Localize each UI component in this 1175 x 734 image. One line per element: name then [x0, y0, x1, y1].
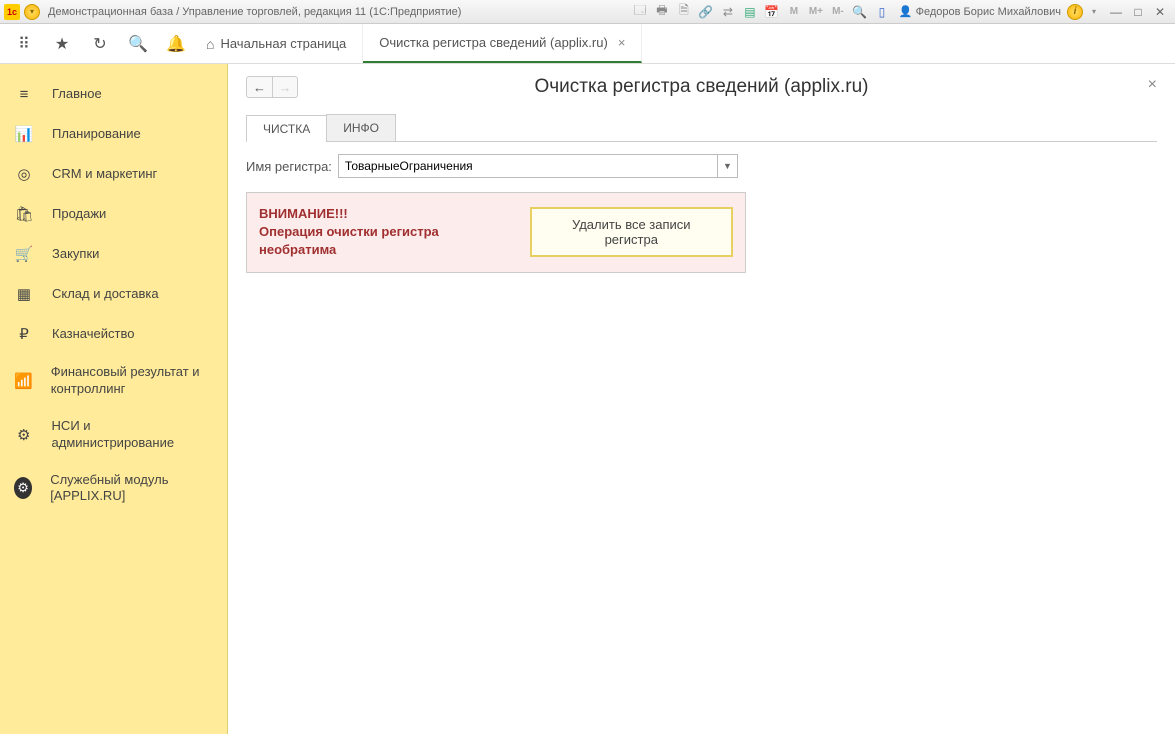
sidebar-item-admin[interactable]: ⚙НСИ и администрирование — [0, 408, 227, 462]
sidebar-item-sales[interactable]: 🛍Продажи — [0, 194, 227, 234]
history-icon[interactable]: ↻ — [90, 34, 110, 54]
cart-icon: 🛒 — [14, 244, 34, 264]
tab-chistka[interactable]: ЧИСТКА — [246, 115, 327, 142]
register-name-field: ▼ — [338, 154, 738, 178]
maximize-button[interactable]: □ — [1128, 4, 1148, 20]
user-icon: 👤 — [899, 5, 913, 18]
preview-icon[interactable]: 🗔 — [631, 3, 649, 21]
warning-line1: ВНИМАНИЕ!!! — [259, 205, 514, 223]
bag-icon: 🛍 — [14, 204, 34, 224]
sidebar-item-applix[interactable]: ⚙Служебный модуль [APPLIX.RU] — [0, 462, 227, 516]
panel-icon[interactable]: ▯ — [873, 3, 891, 21]
memory-mplus-button[interactable]: M+ — [807, 3, 825, 21]
zoom-icon[interactable]: 🔍 — [851, 3, 869, 21]
app-logo-1c: 1c — [4, 4, 20, 20]
warning-panel: ВНИМАНИЕ!!! Операция очистки регистра не… — [246, 192, 746, 273]
gear-icon: ⚙ — [14, 425, 34, 445]
register-name-label: Имя регистра: — [246, 159, 332, 174]
document-icon[interactable]: 🗎 — [675, 3, 693, 21]
close-button[interactable]: ✕ — [1150, 4, 1170, 20]
dropdown-arrow-icon[interactable]: ▼ — [717, 155, 737, 177]
calendar-icon[interactable]: 📅 — [763, 3, 781, 21]
tab-cleanup[interactable]: Очистка регистра сведений (applix.ru) × — [363, 24, 642, 63]
gear-dark-icon: ⚙ — [14, 477, 32, 499]
link-icon[interactable]: 🔗 — [697, 3, 715, 21]
grid-icon: ▦ — [14, 284, 34, 304]
favorites-star-icon[interactable]: ★ — [52, 34, 72, 54]
main-toolbar: ⠿ ★ ↻ 🔍 🔔 ⌂ Начальная страница Очистка р… — [0, 24, 1175, 64]
info-dropdown-icon[interactable]: ▾ — [1085, 3, 1103, 21]
memory-m-button[interactable]: M — [785, 3, 803, 21]
print-icon[interactable]: 🖶 — [653, 3, 671, 21]
sidebar-item-crm[interactable]: ◎CRM и маркетинг — [0, 154, 227, 194]
tab-info[interactable]: ИНФО — [326, 114, 396, 141]
tab-home[interactable]: ⌂ Начальная страница — [190, 24, 363, 63]
sidebar-item-main[interactable]: ≡Главное — [0, 74, 227, 114]
compare-icon[interactable]: ⇄ — [719, 3, 737, 21]
ruble-icon: ₽ — [14, 324, 34, 344]
user-name: Федоров Борис Михайлович — [916, 6, 1061, 18]
info-button[interactable]: i — [1067, 4, 1083, 20]
sidebar-item-warehouse[interactable]: ▦Склад и доставка — [0, 274, 227, 314]
minimize-button[interactable]: — — [1106, 4, 1126, 20]
search-icon[interactable]: 🔍 — [128, 34, 148, 54]
tab-close-icon[interactable]: × — [618, 35, 626, 50]
sidebar-item-planning[interactable]: 📊Планирование — [0, 114, 227, 154]
warning-text: ВНИМАНИЕ!!! Операция очистки регистра не… — [259, 205, 514, 260]
sidebar-item-treasury[interactable]: ₽Казначейство — [0, 314, 227, 354]
content-area: × ← → Очистка регистра сведений (applix.… — [228, 64, 1175, 734]
register-name-input[interactable] — [339, 155, 717, 177]
tab-cleanup-label: Очистка регистра сведений (applix.ru) — [379, 35, 608, 50]
page-tabs: ⌂ Начальная страница Очистка регистра св… — [190, 24, 642, 63]
tab-home-label: Начальная страница — [220, 36, 346, 51]
report-icon[interactable]: ▤ — [741, 3, 759, 21]
page-title: Очистка регистра сведений (applix.ru) — [246, 76, 1157, 98]
content-close-button[interactable]: × — [1148, 76, 1157, 94]
notifications-bell-icon[interactable]: 🔔 — [166, 34, 186, 54]
home-icon: ⌂ — [206, 36, 214, 52]
target-icon: ◎ — [14, 164, 34, 184]
menu-icon: ≡ — [14, 84, 34, 104]
delete-all-records-button[interactable]: Удалить все записи регистра — [530, 207, 733, 257]
navigation-sidebar: ≡Главное 📊Планирование ◎CRM и маркетинг … — [0, 64, 228, 734]
window-titlebar: 1c ▾ Демонстрационная база / Управление … — [0, 0, 1175, 24]
content-tabstrip: ЧИСТКА ИНФО — [246, 114, 1157, 142]
warning-line2: Операция очистки регистра необратима — [259, 223, 514, 259]
planning-icon: 📊 — [14, 124, 34, 144]
apps-grid-icon[interactable]: ⠿ — [14, 34, 34, 54]
chart-icon: 📶 — [14, 371, 33, 391]
sidebar-item-purchases[interactable]: 🛒Закупки — [0, 234, 227, 274]
window-title: Демонстрационная база / Управление торго… — [48, 6, 461, 18]
sidebar-item-finance[interactable]: 📶Финансовый результат и контроллинг — [0, 354, 227, 408]
memory-mminus-button[interactable]: M- — [829, 3, 847, 21]
current-user[interactable]: 👤 Федоров Борис Михайлович — [899, 5, 1061, 18]
system-menu-dropdown[interactable]: ▾ — [24, 4, 40, 20]
